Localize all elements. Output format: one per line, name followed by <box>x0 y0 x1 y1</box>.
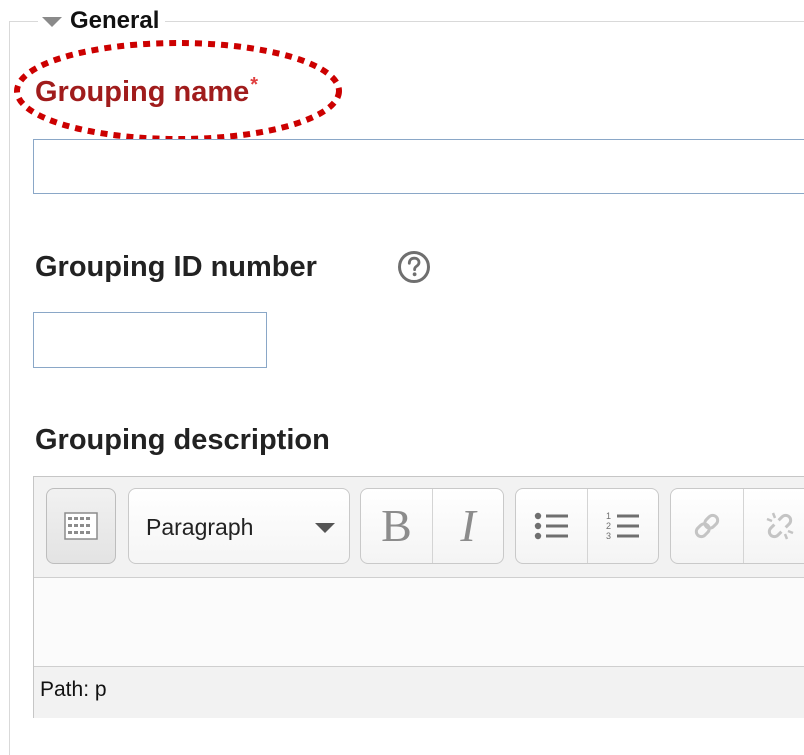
link-icon <box>694 513 720 539</box>
section-legend[interactable]: General <box>38 6 166 36</box>
editor-status-bar: Path: p <box>34 667 804 718</box>
format-select-value: Paragraph <box>146 514 254 540</box>
chevron-down-icon <box>315 523 335 533</box>
svg-text:2: 2 <box>606 521 611 531</box>
toolbar-toggle-button[interactable] <box>46 488 116 564</box>
description-editor: Paragraph B I 1 2 3 Path: p <box>33 476 804 718</box>
editor-toolbar: Paragraph B I 1 2 3 <box>34 477 804 578</box>
italic-button[interactable]: I <box>432 489 503 563</box>
numbered-list-button[interactable]: 1 2 3 <box>587 489 658 563</box>
bulleted-list-icon <box>534 512 568 540</box>
grouping-id-label: Grouping ID number <box>35 251 317 283</box>
unlink-icon <box>766 512 793 540</box>
link-group <box>670 488 804 564</box>
triangle-down-icon[interactable] <box>42 17 62 27</box>
grouping-id-input[interactable] <box>33 312 267 368</box>
svg-text:1: 1 <box>606 511 611 521</box>
bold-button[interactable]: B <box>361 489 432 563</box>
grouping-description-label: Grouping description <box>35 424 330 456</box>
highlight-annotation <box>14 40 342 142</box>
bold-icon: B <box>381 500 412 551</box>
grouping-name-input[interactable] <box>33 139 804 194</box>
editor-content-area[interactable] <box>34 578 804 667</box>
paragraph-format-select[interactable]: Paragraph <box>128 488 350 564</box>
bulleted-list-button[interactable] <box>516 489 587 563</box>
text-style-group: B I <box>360 488 504 564</box>
link-button[interactable] <box>671 489 743 563</box>
numbered-list-icon: 1 2 3 <box>606 511 639 541</box>
svg-text:3: 3 <box>606 531 611 541</box>
italic-icon: I <box>460 500 476 551</box>
form-page: General Grouping name* Grouping ID numbe… <box>0 0 804 755</box>
list-group: 1 2 3 <box>515 488 659 564</box>
toolbar-toggle-icon <box>64 512 98 540</box>
question-circle-icon[interactable] <box>397 250 431 284</box>
unlink-button[interactable] <box>743 489 804 563</box>
section-legend-label: General <box>70 7 160 34</box>
editor-path-label: Path: p <box>40 678 107 701</box>
